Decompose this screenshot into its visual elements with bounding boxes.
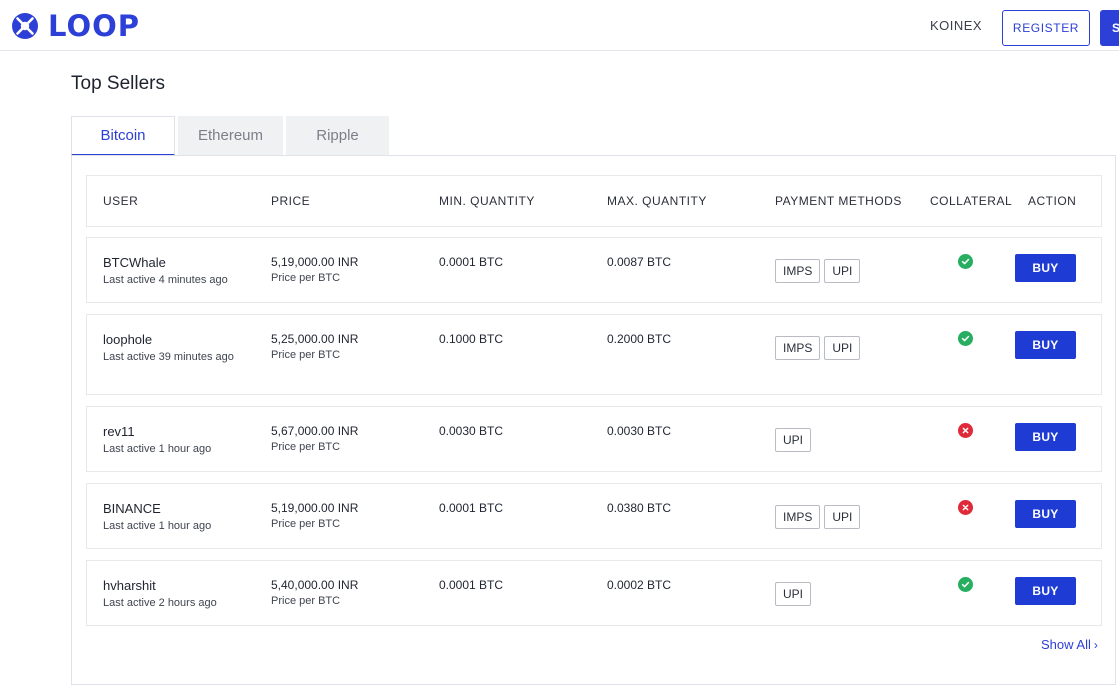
column-header-user: USER xyxy=(103,194,139,208)
payment-methods: UPI xyxy=(775,582,812,606)
last-active: Last active 2 hours ago xyxy=(103,597,217,609)
column-header-max-quantity: MAX. QUANTITY xyxy=(607,194,707,208)
collateral-check-icon xyxy=(958,577,973,592)
payment-badge: UPI xyxy=(824,505,861,529)
last-active: Last active 39 minutes ago xyxy=(103,351,234,363)
chevron-right-icon: › xyxy=(1093,637,1098,652)
loop-logo-icon xyxy=(12,13,38,39)
max-quantity: 0.0002 BTC xyxy=(607,578,672,592)
last-active: Last active 1 hour ago xyxy=(103,443,212,455)
buy-button[interactable]: BUY xyxy=(1015,254,1076,282)
payment-badge: IMPS xyxy=(775,336,821,360)
price-value: 5,67,000.00 INR xyxy=(271,424,359,438)
min-quantity: 0.0001 BTC xyxy=(439,501,504,515)
price-value: 5,19,000.00 INR xyxy=(271,255,359,269)
collateral-check-icon xyxy=(958,254,973,269)
top-header: LOOP KOINEX REGISTER S xyxy=(0,0,1119,51)
last-active: Last active 4 minutes ago xyxy=(103,274,228,286)
last-active: Last active 1 hour ago xyxy=(103,520,212,532)
table-row: rev11 Last active 1 hour ago 5,67,000.00… xyxy=(86,406,1102,472)
signin-button[interactable]: S xyxy=(1100,10,1119,46)
payment-methods: IMPS UPI xyxy=(775,259,861,283)
min-quantity: 0.0001 BTC xyxy=(439,578,504,592)
column-header-action: ACTION xyxy=(1028,194,1077,208)
payment-methods: IMPS UPI xyxy=(775,505,861,529)
table-row: BINANCE Last active 1 hour ago 5,19,000.… xyxy=(86,483,1102,549)
max-quantity: 0.0030 BTC xyxy=(607,424,672,438)
table-row: hvharshit Last active 2 hours ago 5,40,0… xyxy=(86,560,1102,626)
price-unit: Price per BTC xyxy=(271,349,341,361)
tab-ethereum[interactable]: Ethereum xyxy=(178,116,283,155)
table-header: USER PRICE MIN. QUANTITY MAX. QUANTITY P… xyxy=(86,175,1102,227)
sellers-panel: USER PRICE MIN. QUANTITY MAX. QUANTITY P… xyxy=(71,155,1116,685)
seller-name[interactable]: hvharshit xyxy=(103,578,253,593)
payment-badge: IMPS xyxy=(775,505,821,529)
price-value: 5,19,000.00 INR xyxy=(271,501,359,515)
price-value: 5,25,000.00 INR xyxy=(271,332,359,346)
buy-button[interactable]: BUY xyxy=(1015,331,1076,359)
seller-name[interactable]: BINANCE xyxy=(103,501,253,516)
collateral-check-icon xyxy=(958,331,973,346)
max-quantity: 0.0087 BTC xyxy=(607,255,672,269)
brand-logo[interactable]: LOOP xyxy=(11,11,140,41)
max-quantity: 0.2000 BTC xyxy=(607,332,672,346)
price-value: 5,40,000.00 INR xyxy=(271,578,359,592)
tab-bitcoin[interactable]: Bitcoin xyxy=(71,116,175,156)
register-button[interactable]: REGISTER xyxy=(1002,10,1090,46)
payment-badge: UPI xyxy=(775,428,812,452)
table-row: loophole Last active 39 minutes ago 5,25… xyxy=(86,314,1102,395)
price-unit: Price per BTC xyxy=(271,518,341,530)
show-all-link[interactable]: Show All › xyxy=(1041,637,1098,652)
show-all-label: Show All xyxy=(1041,637,1091,652)
column-header-min-quantity: MIN. QUANTITY xyxy=(439,194,535,208)
buy-button[interactable]: BUY xyxy=(1015,423,1076,451)
seller-name[interactable]: loophole xyxy=(103,332,253,347)
payment-methods: IMPS UPI xyxy=(775,336,861,360)
tab-ripple[interactable]: Ripple xyxy=(286,116,389,155)
collateral-cross-icon xyxy=(958,423,973,438)
collateral-cross-icon xyxy=(958,500,973,515)
max-quantity: 0.0380 BTC xyxy=(607,501,672,515)
buy-button[interactable]: BUY xyxy=(1015,577,1076,605)
payment-methods: UPI xyxy=(775,428,812,452)
payment-badge: UPI xyxy=(824,336,861,360)
nav-link-koinex[interactable]: KOINEX xyxy=(922,18,990,33)
price-unit: Price per BTC xyxy=(271,441,341,453)
column-header-collateral: COLLATERAL xyxy=(930,194,1013,208)
price-unit: Price per BTC xyxy=(271,272,341,284)
page-title: Top Sellers xyxy=(71,73,165,94)
brand-name: LOOP xyxy=(48,9,141,43)
payment-badge: UPI xyxy=(775,582,812,606)
min-quantity: 0.1000 BTC xyxy=(439,332,504,346)
min-quantity: 0.0001 BTC xyxy=(439,255,504,269)
payment-badge: UPI xyxy=(824,259,861,283)
column-header-payment-methods: PAYMENT METHODS xyxy=(775,194,902,208)
seller-name[interactable]: BTCWhale xyxy=(103,255,253,270)
seller-name[interactable]: rev11 xyxy=(103,424,253,439)
payment-badge: IMPS xyxy=(775,259,821,283)
table-row: BTCWhale Last active 4 minutes ago 5,19,… xyxy=(86,237,1102,303)
min-quantity: 0.0030 BTC xyxy=(439,424,504,438)
buy-button[interactable]: BUY xyxy=(1015,500,1076,528)
column-header-price: PRICE xyxy=(271,194,311,208)
price-unit: Price per BTC xyxy=(271,595,341,607)
